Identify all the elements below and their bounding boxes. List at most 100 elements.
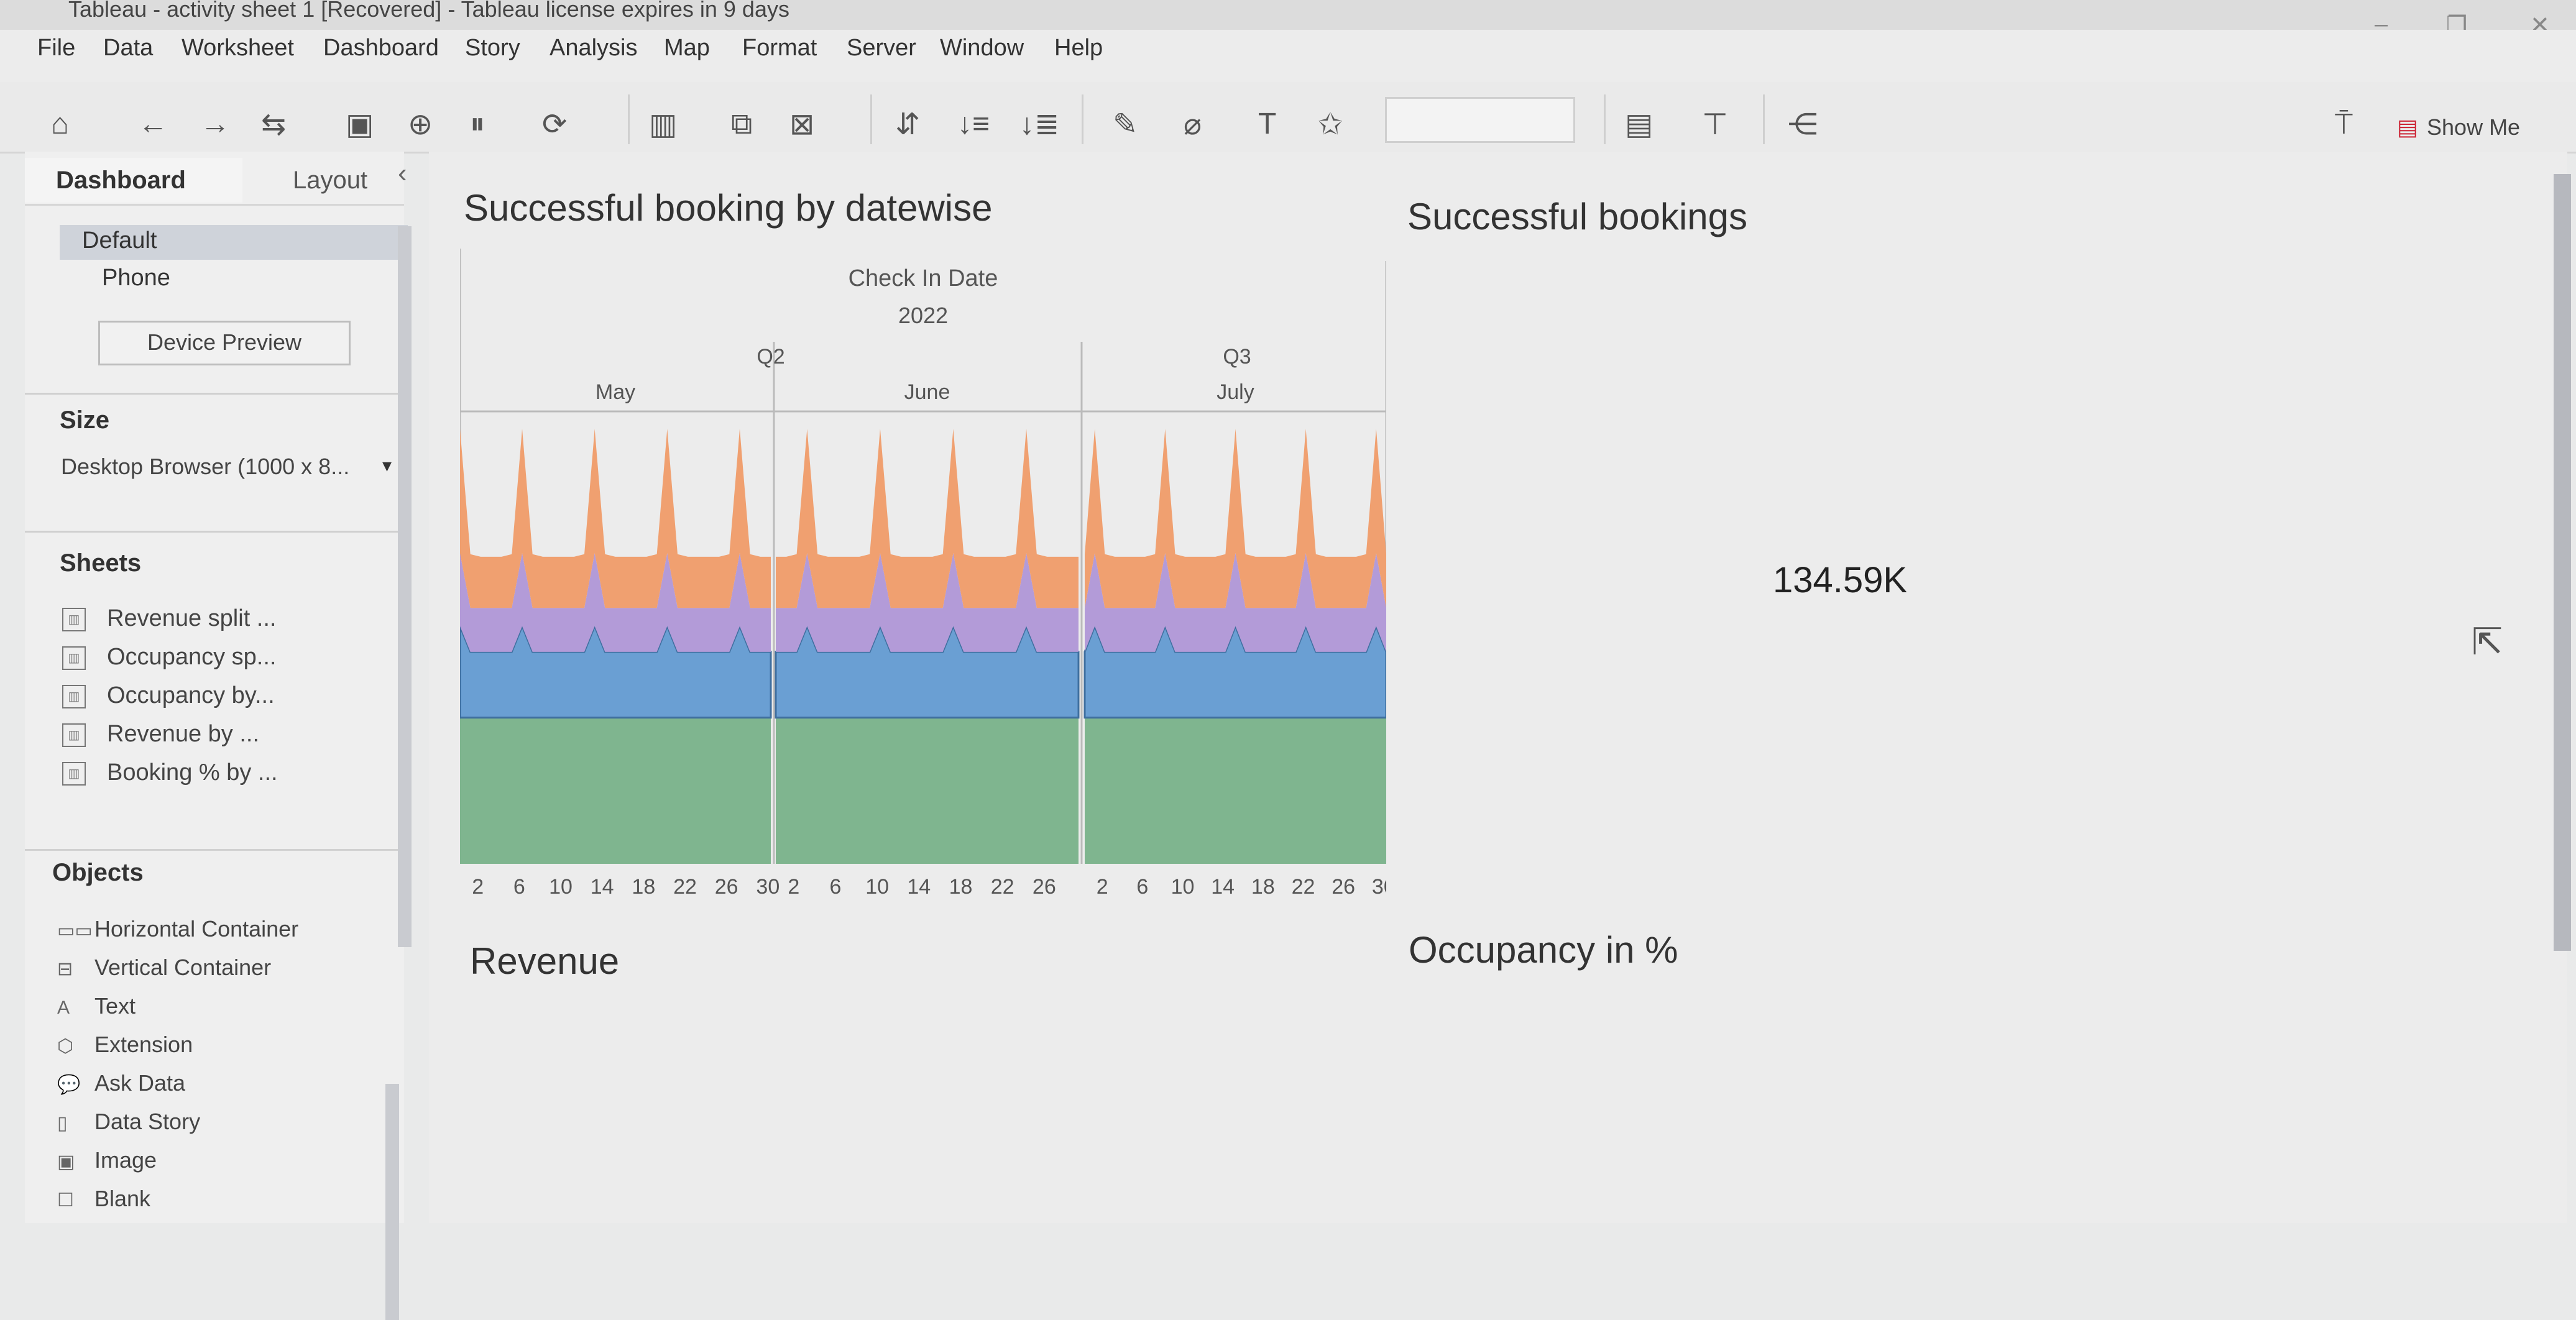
sheets-scrollbar[interactable] [398, 226, 412, 947]
chart-year: 2022 [898, 303, 948, 328]
worksheet-icon: ▥ [62, 684, 86, 708]
replay-icon[interactable]: ⇆ [261, 107, 286, 142]
divider [25, 531, 398, 533]
object-data-story[interactable]: ▯ Data Story [57, 1109, 200, 1135]
chart-quarter-label: Q2 [757, 345, 784, 369]
extension-icon: ⬡ [57, 1036, 74, 1056]
object-label: Horizontal Container [94, 916, 299, 942]
object-label: Ask Data [94, 1070, 186, 1096]
tab-dashboard[interactable]: Dashboard [25, 158, 242, 203]
worksheet-icon: ▥ [62, 607, 86, 631]
menu-format[interactable]: Format [742, 35, 817, 62]
chart-month-label: July [1217, 380, 1254, 404]
menu-map[interactable]: Map [664, 35, 710, 62]
x-tick-label: 6 [513, 875, 525, 895]
device-preview-button[interactable]: Device Preview [98, 321, 351, 365]
device-phone[interactable]: Phone [102, 265, 170, 291]
show-cards-icon[interactable]: ▤ [1625, 107, 1653, 142]
save-icon[interactable]: ▣ [346, 107, 374, 142]
menu-analysis[interactable]: Analysis [550, 35, 638, 62]
x-tick-label: 30 [1372, 875, 1386, 895]
sheet-item[interactable]: ▥ Booking % by ... [62, 759, 278, 786]
object-ask-data[interactable]: 💬 Ask Data [57, 1070, 185, 1096]
x-tick-label: 18 [632, 875, 655, 895]
home-icon[interactable]: ⌂ [51, 107, 69, 141]
x-tick-label: 26 [1332, 875, 1355, 895]
object-label: Vertical Container [94, 955, 272, 980]
menu-worksheet[interactable]: Worksheet [182, 35, 294, 62]
menu-file[interactable]: File [37, 35, 75, 62]
x-tick-label: 14 [1211, 875, 1235, 895]
highlight-icon[interactable]: ✎ [1113, 107, 1138, 142]
new-datasource-icon[interactable]: ⊕ [408, 107, 433, 142]
tab-layout[interactable]: Layout [246, 158, 383, 203]
x-tick-label: 10 [549, 875, 573, 895]
menu-bar: File Data Worksheet Dashboard Story Anal… [0, 30, 2576, 82]
format-paint-icon[interactable]: ⍑ [2335, 107, 2353, 142]
presentation-icon[interactable]: ⊤ [1702, 107, 1728, 142]
chevron-down-icon[interactable]: ▾ [382, 455, 392, 477]
labels-icon[interactable]: T [1258, 107, 1276, 141]
object-image[interactable]: ▣ Image [57, 1147, 157, 1173]
chart-month-label: May [596, 380, 635, 404]
divider [25, 393, 398, 395]
object-vertical-container[interactable]: ⊟ Vertical Container [57, 955, 271, 981]
revenue-title: Revenue [470, 940, 620, 982]
x-tick-label: 22 [1292, 875, 1315, 895]
x-tick-label: 6 [830, 875, 842, 895]
menu-help[interactable]: Help [1054, 35, 1103, 62]
object-horizontal-container[interactable]: ▭▭Horizontal Container [57, 916, 298, 942]
sort-ascending-icon[interactable]: ↓≡ [957, 107, 990, 141]
sort-descending-icon[interactable]: ↓≣ [1019, 107, 1059, 142]
area-series-3 [776, 429, 1079, 608]
menu-dashboard[interactable]: Dashboard [323, 35, 439, 62]
collapse-sidebar-icon[interactable]: ‹ [398, 158, 407, 189]
refresh-icon[interactable]: ⟳ [542, 107, 567, 142]
chart-title: Successful booking by datewise [464, 187, 993, 229]
redo-icon[interactable]: → [200, 107, 230, 141]
object-label: Text [94, 993, 136, 1019]
clear-sheet-icon[interactable]: ⊠ [789, 107, 814, 142]
objects-scrollbar[interactable] [385, 1084, 399, 1320]
sheet-item[interactable]: ▥ Occupancy sp... [62, 644, 276, 671]
x-tick-label: 22 [673, 875, 697, 895]
object-text[interactable]: A Text [57, 993, 136, 1019]
group-icon[interactable]: ⌀ [1184, 107, 1202, 142]
object-blank[interactable]: ☐ Blank [57, 1186, 150, 1212]
object-label: Blank [94, 1186, 151, 1211]
mouse-cursor-icon: ⇱ [2472, 621, 2503, 662]
menu-story[interactable]: Story [465, 35, 520, 62]
menu-server[interactable]: Server [847, 35, 916, 62]
x-tick-label: 2 [472, 875, 484, 895]
device-default[interactable]: Default [60, 225, 408, 260]
sheet-item[interactable]: ▥ Occupancy by... [62, 682, 275, 709]
x-tick-label: 10 [865, 875, 889, 895]
menu-data[interactable]: Data [103, 35, 153, 62]
new-worksheet-icon[interactable]: ▥ [649, 107, 677, 142]
canvas-scrollbar[interactable] [2554, 174, 2571, 951]
area-series-3 [460, 429, 771, 608]
object-extension[interactable]: ⬡ Extension [57, 1032, 193, 1058]
toolbar-separator [628, 94, 630, 144]
show-me-button[interactable]: ▤ Show Me [2397, 114, 2520, 140]
divider [25, 849, 398, 851]
fix-axes-icon[interactable]: ✩ [1318, 107, 1343, 142]
share-icon[interactable]: ⋲ [1788, 107, 1818, 142]
fit-dropdown[interactable] [1385, 97, 1575, 143]
area-series-0 [1085, 717, 1386, 864]
x-tick-label: 2 [788, 875, 799, 895]
device-default-label: Default [82, 227, 157, 254]
booking-area-chart[interactable]: Check In Date 2022 Q2 Q3 May 2 6 10 14 18 22 26 30 Ju… [460, 249, 1386, 895]
sheet-label: Booking % by ... [107, 759, 278, 786]
sheet-item[interactable]: ▥ Revenue split ... [62, 605, 276, 632]
toolbar-separator [1604, 94, 1606, 144]
object-label: Image [94, 1147, 157, 1173]
size-select[interactable]: Desktop Browser (1000 x 8... [61, 454, 349, 480]
menu-window[interactable]: Window [940, 35, 1024, 62]
undo-icon[interactable]: ← [138, 107, 168, 141]
x-tick-label: 10 [1171, 875, 1195, 895]
duplicate-sheet-icon[interactable]: ⧉ [731, 107, 752, 142]
sheet-item[interactable]: ▥ Revenue by ... [62, 721, 259, 748]
swap-rows-columns-icon[interactable]: ⇵ [895, 107, 920, 142]
pause-updates-icon[interactable]: ⏸ [470, 107, 485, 142]
